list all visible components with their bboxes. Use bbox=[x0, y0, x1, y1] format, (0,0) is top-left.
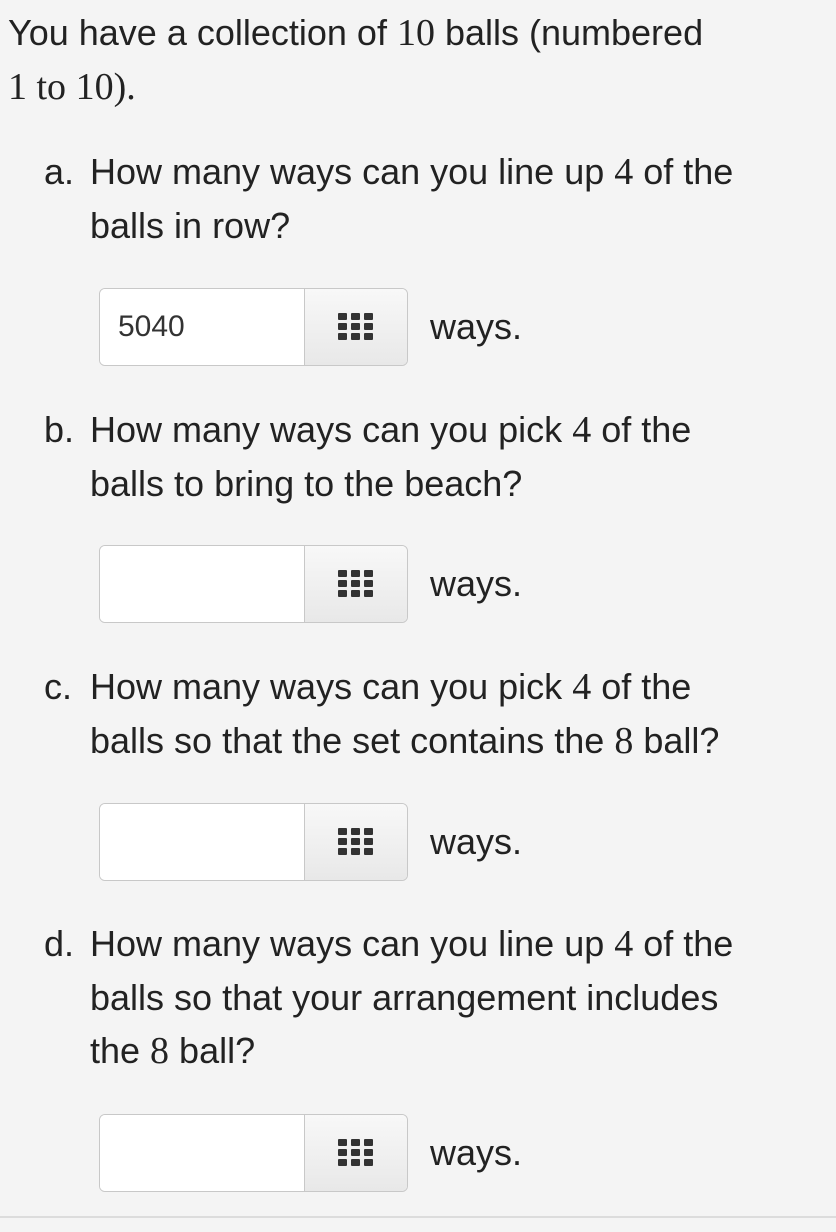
question-b: b. How many ways can you pick 4 of the b… bbox=[44, 403, 824, 510]
answer-suffix: ways. bbox=[430, 563, 523, 604]
intro-ball-count: 10 bbox=[396, 12, 435, 54]
question-text-part: of the bbox=[633, 923, 734, 964]
question-text: How many ways can you line up 4 of the b… bbox=[44, 145, 824, 252]
question-text-part: How many ways can you pick bbox=[90, 409, 573, 450]
ball-number: 8 bbox=[150, 1030, 170, 1072]
problem-intro: You have a collection of 10 balls (numbe… bbox=[8, 6, 818, 114]
question-text: How many ways can you line up 4 of the b… bbox=[44, 917, 824, 1078]
intro-text-post: ). bbox=[113, 66, 136, 108]
divider bbox=[0, 1216, 836, 1218]
question-letter: b. bbox=[44, 409, 75, 450]
keypad-button[interactable] bbox=[304, 546, 407, 622]
answer-input-b[interactable] bbox=[100, 546, 304, 622]
question-text-part: How many ways can you line up bbox=[90, 151, 615, 192]
answer-suffix: ways. bbox=[430, 1132, 523, 1173]
question-text-part: of the bbox=[633, 151, 734, 192]
keypad-button[interactable] bbox=[304, 289, 407, 365]
question-text-part: How many ways can you pick bbox=[90, 666, 573, 707]
answer-row-b: ways. bbox=[99, 545, 522, 623]
intro-text-mid: balls (numbered bbox=[434, 12, 704, 53]
question-text-part: balls so that the set contains the bbox=[90, 720, 615, 761]
question-letter: d. bbox=[44, 923, 75, 964]
question-c: c. How many ways can you pick 4 of the b… bbox=[44, 660, 824, 768]
question-text-part: How many ways can you line up bbox=[90, 923, 615, 964]
keypad-grid-icon bbox=[338, 313, 373, 340]
question-text: How many ways can you pick 4 of the ball… bbox=[44, 403, 824, 510]
intro-text-pre: You have a collection of bbox=[8, 12, 397, 53]
keypad-button[interactable] bbox=[304, 804, 407, 880]
answer-suffix: ways. bbox=[430, 306, 523, 347]
answer-box bbox=[99, 803, 408, 881]
question-text-part: ball? bbox=[633, 720, 720, 761]
answer-box bbox=[99, 288, 408, 366]
question-letter: a. bbox=[44, 151, 75, 192]
question-text-part: the bbox=[90, 1030, 151, 1071]
question-number: 4 bbox=[614, 923, 634, 965]
question-number: 4 bbox=[572, 666, 592, 708]
answer-row-d: ways. bbox=[99, 1114, 522, 1192]
question-d: d. How many ways can you line up 4 of th… bbox=[44, 917, 824, 1078]
question-a: a. How many ways can you line up 4 of th… bbox=[44, 145, 824, 252]
keypad-grid-icon bbox=[338, 570, 373, 597]
keypad-grid-icon bbox=[338, 828, 373, 855]
ball-number: 8 bbox=[614, 720, 634, 762]
answer-suffix: ways. bbox=[430, 821, 523, 862]
keypad-button[interactable] bbox=[304, 1115, 407, 1191]
question-text-part: of the bbox=[591, 666, 692, 707]
answer-input-d[interactable] bbox=[100, 1115, 304, 1191]
question-text-part: balls in row? bbox=[90, 205, 291, 246]
answer-input-c[interactable] bbox=[100, 804, 304, 880]
question-number: 4 bbox=[572, 409, 592, 451]
question-text-part: ball? bbox=[169, 1030, 256, 1071]
answer-input-a[interactable] bbox=[100, 289, 304, 365]
question-letter: c. bbox=[44, 666, 73, 707]
question-text-part: of the bbox=[591, 409, 692, 450]
intro-range-start: 1 bbox=[8, 66, 27, 108]
intro-range-to: to bbox=[27, 66, 76, 108]
question-text: How many ways can you pick 4 of the ball… bbox=[44, 660, 824, 768]
question-number: 4 bbox=[614, 151, 634, 193]
answer-row-c: ways. bbox=[99, 803, 522, 881]
question-text-part: balls so that your arrangement includes bbox=[90, 977, 719, 1018]
intro-range-end: 10 bbox=[75, 66, 114, 108]
answer-box bbox=[99, 545, 408, 623]
answer-row-a: ways. bbox=[99, 288, 522, 366]
question-text-part: balls to bring to the beach? bbox=[90, 463, 523, 504]
answer-box bbox=[99, 1114, 408, 1192]
keypad-grid-icon bbox=[338, 1139, 373, 1166]
